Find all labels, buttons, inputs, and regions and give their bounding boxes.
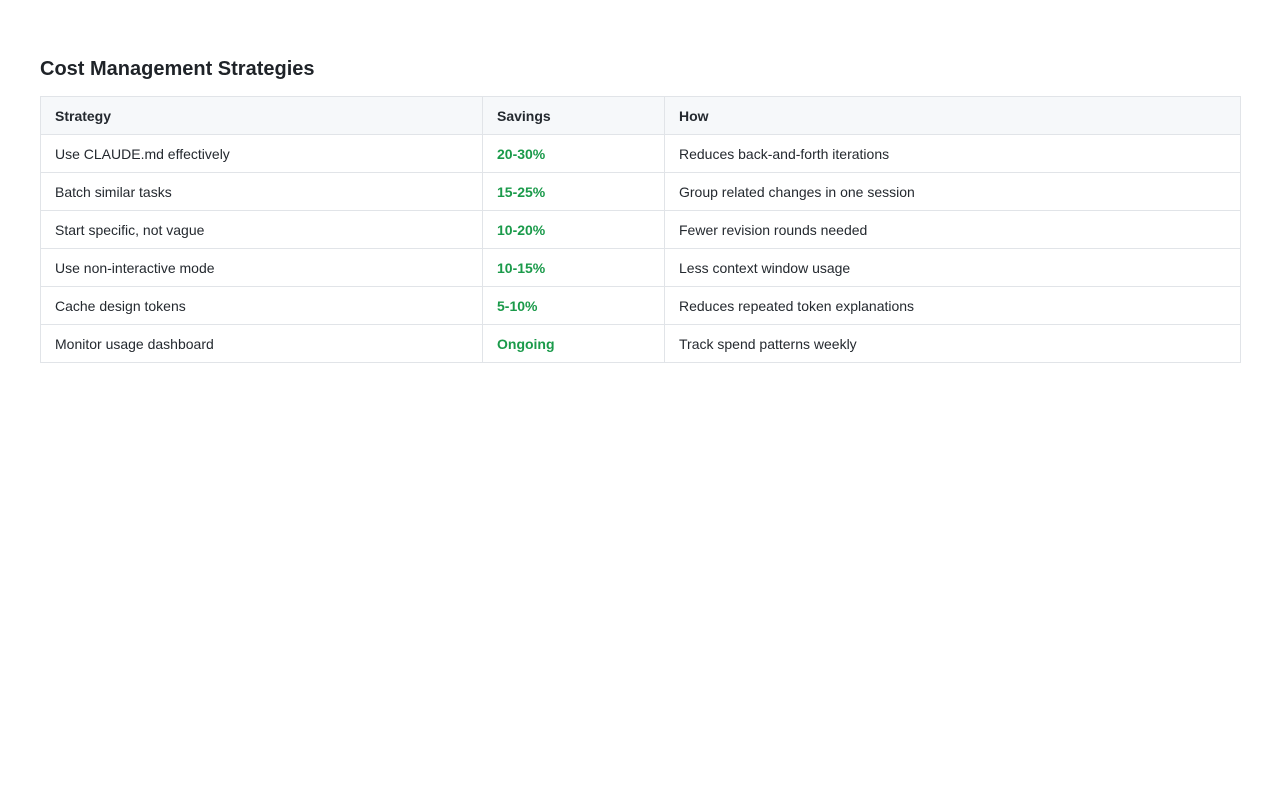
cell-strategy: Use CLAUDE.md effectively xyxy=(40,134,483,173)
cell-strategy: Monitor usage dashboard xyxy=(40,324,483,363)
cell-how: Track spend patterns weekly xyxy=(664,324,1241,363)
table-row: Monitor usage dashboard Ongoing Track sp… xyxy=(40,324,1241,363)
cell-how: Reduces repeated token explanations xyxy=(664,286,1241,325)
table-row: Cache design tokens 5-10% Reduces repeat… xyxy=(40,286,1241,325)
header-row: Strategy Savings How xyxy=(40,96,1241,135)
cell-savings: 5-10% xyxy=(482,286,665,325)
strategies-table: Strategy Savings How Use CLAUDE.md effec… xyxy=(40,96,1241,363)
cell-how: Less context window usage xyxy=(664,248,1241,287)
header-strategy: Strategy xyxy=(40,96,483,135)
cell-how: Fewer revision rounds needed xyxy=(664,210,1241,249)
table-header: Strategy Savings How xyxy=(40,96,1241,135)
header-savings: Savings xyxy=(482,96,665,135)
table-body: Use CLAUDE.md effectively 20-30% Reduces… xyxy=(40,134,1241,363)
cell-strategy: Cache design tokens xyxy=(40,286,483,325)
page-title: Cost Management Strategies xyxy=(40,58,315,80)
cell-savings: 20-30% xyxy=(482,134,665,173)
cell-how: Group related changes in one session xyxy=(664,172,1241,211)
header-how: How xyxy=(664,96,1241,135)
cell-savings: Ongoing xyxy=(482,324,665,363)
cell-strategy: Start specific, not vague xyxy=(40,210,483,249)
cell-savings: 15-25% xyxy=(482,172,665,211)
table-row: Batch similar tasks 15-25% Group related… xyxy=(40,172,1241,211)
table-row: Start specific, not vague 10-20% Fewer r… xyxy=(40,210,1241,249)
cell-strategy: Batch similar tasks xyxy=(40,172,483,211)
table-row: Use non-interactive mode 10-15% Less con… xyxy=(40,248,1241,287)
cell-savings: 10-15% xyxy=(482,248,665,287)
cell-how: Reduces back-and-forth iterations xyxy=(664,134,1241,173)
cell-strategy: Use non-interactive mode xyxy=(40,248,483,287)
table-row: Use CLAUDE.md effectively 20-30% Reduces… xyxy=(40,134,1241,173)
cell-savings: 10-20% xyxy=(482,210,665,249)
